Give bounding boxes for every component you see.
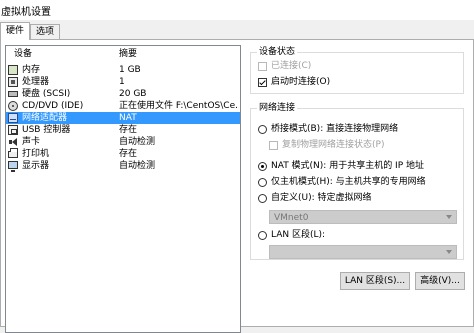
hard-disk-icon [8, 91, 18, 97]
lan-segment-radio[interactable] [258, 231, 267, 240]
connect-at-power-on-checkbox[interactable] [258, 78, 267, 87]
device-name: 硬盘 (SCSI) [22, 89, 71, 99]
device-row-usb-controller[interactable]: USB 控制器 存在 [6, 124, 240, 136]
display-icon [8, 161, 18, 172]
device-row-cd-dvd[interactable]: CD/DVD (IDE) 正在使用文件 F:\CentOS\Ce... [6, 100, 240, 112]
network-connection-title: 网络连接 [257, 102, 298, 114]
device-summary: 20 GB [119, 89, 147, 99]
bridged-radio[interactable] [258, 125, 267, 134]
device-row-network-adapter[interactable]: 网络适配器 NAT [6, 112, 240, 124]
title-bar: 虚拟机设置 [0, 0, 474, 20]
device-status-title: 设备状态 [257, 46, 298, 58]
custom-label: 自定义(U): 特定虚拟网络 [271, 193, 372, 203]
network-adapter-icon [8, 113, 18, 123]
device-summary: 存在 [119, 149, 138, 159]
tab-options[interactable]: 选项 [30, 24, 61, 40]
device-summary: NAT [119, 113, 137, 123]
lan-segment-select[interactable] [269, 245, 457, 259]
window-title: 虚拟机设置 [1, 7, 51, 18]
cd-dvd-icon [8, 101, 18, 111]
replicate-state-label: 复制物理网络连接状态(P) [282, 140, 385, 150]
processor-icon [8, 77, 18, 87]
device-row-printer[interactable]: 打印机 存在 [6, 148, 240, 160]
device-name: 声卡 [22, 137, 41, 147]
device-row-memory[interactable]: 内存 1 GB [6, 64, 240, 76]
lan-segment-label: LAN 区段(L): [271, 230, 326, 240]
device-status-group: 设备状态 已连接(C) 启动时连接(O) [250, 46, 464, 94]
device-name: CD/DVD (IDE) [22, 101, 84, 111]
tab-strip: 硬件 选项 [0, 22, 474, 40]
chevron-down-icon [446, 250, 452, 254]
connected-label: 已连接(C) [271, 61, 312, 71]
device-name: 打印机 [22, 149, 50, 159]
printer-icon [8, 148, 18, 158]
tab-panel: 设备 摘要 内存 1 GB 处理器 1 硬盘 (SCSI) 20 GB CD/D… [0, 39, 474, 333]
replicate-state-checkbox[interactable] [269, 141, 278, 150]
column-header-summary[interactable]: 摘要 [119, 47, 137, 61]
host-only-label: 仅主机模式(H): 与主机共享的专用网络 [271, 177, 426, 187]
custom-radio[interactable] [258, 194, 267, 203]
connected-checkbox[interactable] [258, 62, 267, 71]
tab-hardware[interactable]: 硬件 [0, 22, 31, 40]
device-list[interactable]: 设备 摘要 内存 1 GB 处理器 1 硬盘 (SCSI) 20 GB CD/D… [5, 45, 241, 333]
lan-segments-button[interactable]: LAN 区段(S)... [340, 272, 410, 290]
device-name: 显示器 [22, 161, 50, 171]
connect-at-power-on-label: 启动时连接(O) [271, 77, 331, 87]
nat-radio[interactable] [258, 162, 267, 171]
device-summary: 存在 [119, 125, 138, 135]
device-name: 网络适配器 [22, 113, 68, 123]
column-header-device[interactable]: 设备 [14, 47, 32, 61]
device-summary: 自动检测 [119, 137, 156, 147]
device-name: USB 控制器 [22, 125, 71, 135]
device-name: 处理器 [22, 77, 50, 87]
device-summary: 1 GB [119, 65, 141, 75]
custom-network-value: VMnet0 [274, 213, 309, 223]
device-row-sound-card[interactable]: 声卡 自动检测 [6, 136, 240, 148]
host-only-radio[interactable] [258, 178, 267, 187]
chevron-down-icon [446, 215, 452, 219]
advanced-button[interactable]: 高级(V)... [415, 272, 465, 290]
custom-network-select[interactable]: VMnet0 [269, 210, 457, 224]
bridged-label: 桥接模式(B): 直接连接物理网络 [271, 124, 399, 134]
device-row-hard-disk[interactable]: 硬盘 (SCSI) 20 GB [6, 88, 240, 100]
device-summary: 自动检测 [119, 161, 156, 171]
device-row-processor[interactable]: 处理器 1 [6, 76, 240, 88]
device-name: 内存 [22, 65, 41, 75]
usb-icon [8, 125, 18, 135]
device-summary: 正在使用文件 F:\CentOS\Ce... [119, 101, 239, 111]
device-summary: 1 [119, 77, 125, 87]
network-connection-group: 网络连接 桥接模式(B): 直接连接物理网络 复制物理网络连接状态(P) NAT… [250, 102, 464, 260]
device-row-display[interactable]: 显示器 自动检测 [6, 160, 240, 172]
sound-icon [8, 137, 18, 147]
memory-icon [8, 65, 18, 75]
nat-label: NAT 模式(N): 用于共享主机的 IP 地址 [271, 161, 425, 171]
